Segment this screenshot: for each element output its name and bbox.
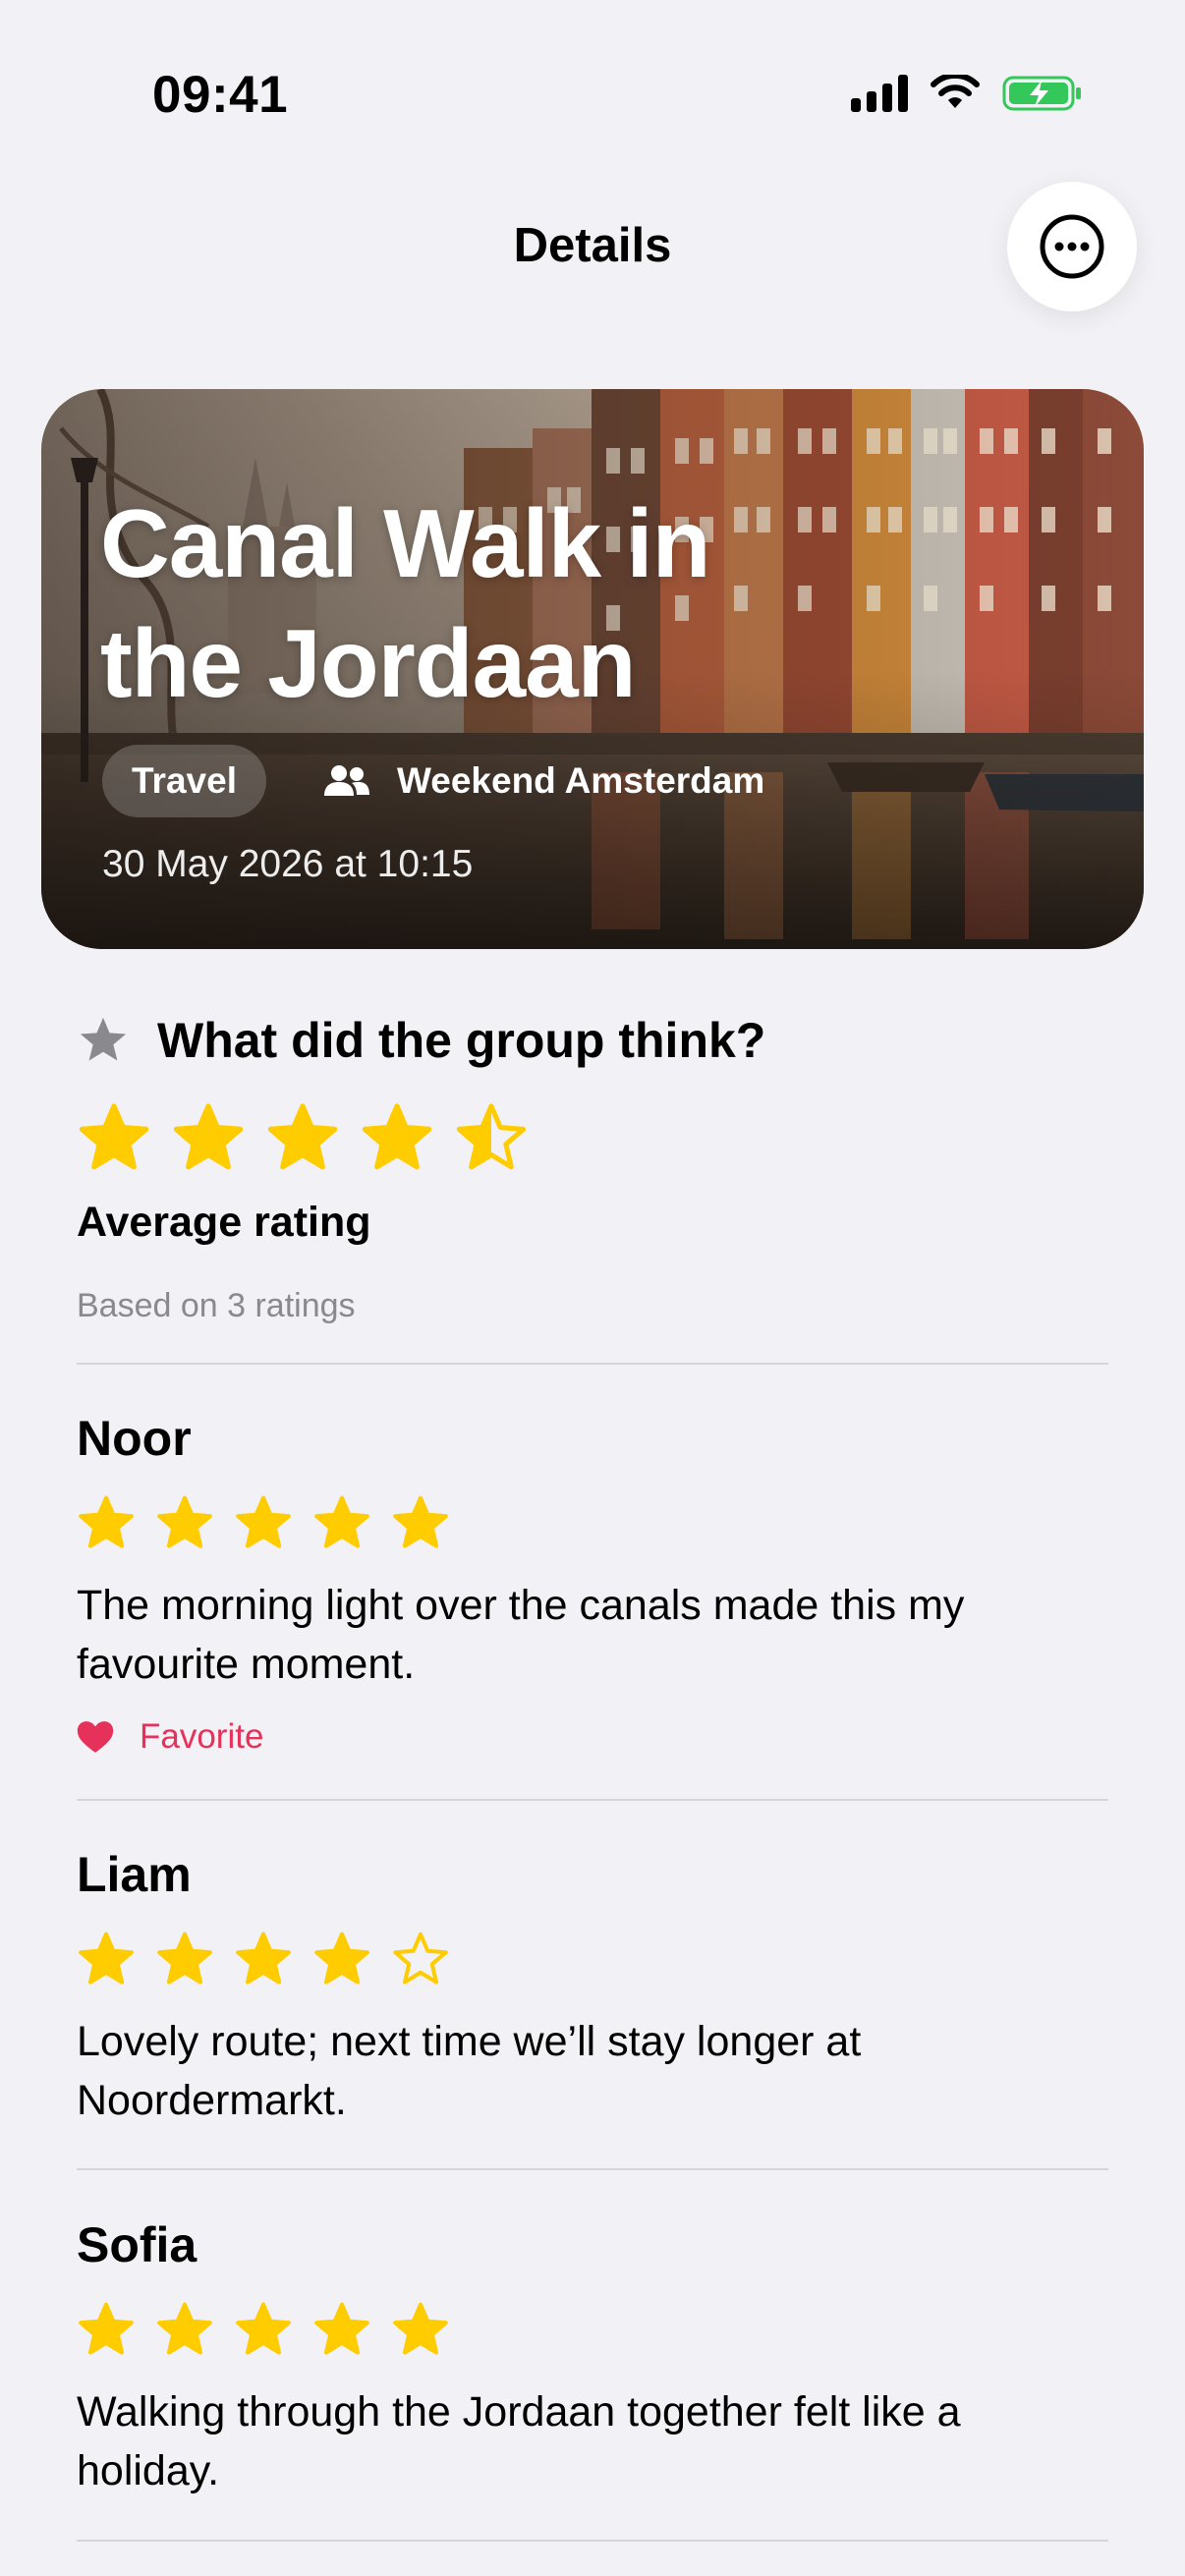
status-icons	[851, 75, 1083, 112]
favorite-label: Favorite	[140, 1717, 264, 1756]
divider	[77, 1363, 1108, 1365]
average-rating-stars	[77, 1100, 529, 1175]
star-filled-icon	[157, 1932, 212, 1985]
more-button[interactable]	[1007, 182, 1137, 311]
star-filled-icon	[236, 1495, 291, 1548]
star-filled-icon	[236, 2302, 291, 2355]
hero-card[interactable]: Canal Walk in the Jordaan Travel Weekend…	[41, 389, 1144, 949]
review-card-sofia: Sofia Walking through the Jordaan togeth…	[77, 2215, 1108, 2500]
star-filled-icon	[314, 1932, 369, 1985]
hero-datetime: 30 May 2026 at 10:15	[102, 843, 474, 885]
group-name: Weekend Amsterdam	[397, 760, 765, 801]
status-time: 09:41	[152, 66, 289, 124]
review-stars	[77, 1493, 1108, 1552]
ratings-section-title: What did the group think?	[157, 1013, 766, 1068]
star-filled-icon	[314, 2302, 369, 2355]
star-filled-icon	[236, 1932, 291, 1985]
reviewer-name: Noor	[77, 1411, 192, 1466]
star-filled-icon	[79, 2302, 134, 2355]
hero-title-line-2: the Jordaan	[100, 609, 636, 717]
star-empty-icon	[393, 1932, 448, 1985]
reviewer-name: Sofia	[77, 2217, 198, 2272]
heart-icon	[77, 1721, 114, 1753]
hero-title: Canal Walk in the Jordaan	[100, 483, 985, 723]
star-half-icon	[456, 1103, 527, 1170]
cellular-signal-icon	[851, 75, 908, 112]
star-filled-icon	[267, 1103, 338, 1170]
category-chip[interactable]: Travel	[102, 745, 266, 817]
star-filled-icon	[79, 1103, 149, 1170]
divider	[77, 1799, 1108, 1801]
divider	[77, 2540, 1108, 2542]
star-filled-icon	[79, 1932, 134, 1985]
group-chip[interactable]: Weekend Amsterdam	[322, 745, 764, 817]
review-text: The morning light over the canals made t…	[77, 1582, 965, 1688]
hero-title-line-1: Canal Walk in	[100, 489, 711, 597]
star-filled-icon	[157, 2302, 212, 2355]
review-card-noor: Noor The morning light over the canals m…	[77, 1409, 1108, 1757]
review-stars	[77, 2300, 1108, 2359]
battery-charging-icon	[1002, 76, 1081, 111]
people-icon	[324, 765, 369, 796]
ellipsis-circle-icon	[1040, 214, 1104, 279]
divider	[77, 2168, 1108, 2170]
star-filled-icon	[173, 1103, 244, 1170]
star-filled-icon	[79, 1495, 134, 1548]
screen: 09:41 Details Canal Walk in the Jordaan …	[0, 0, 1185, 2576]
star-icon	[80, 1017, 127, 1061]
star-filled-icon	[157, 1495, 212, 1548]
review-text: Walking through the Jordaan together fel…	[77, 2388, 961, 2494]
reviewer-name: Liam	[77, 1847, 192, 1902]
star-filled-icon	[314, 1495, 369, 1548]
ratings-section-header: What did the group think?	[77, 1012, 765, 1069]
review-card-liam: Liam Lovely route; next time we’ll stay …	[77, 1845, 1108, 2130]
review-text: Lovely route; next time we’ll stay longe…	[77, 2018, 862, 2124]
ratings-count: Based on 3 ratings	[77, 1287, 356, 1324]
review-stars	[77, 1930, 1108, 1988]
star-filled-icon	[393, 1495, 448, 1548]
star-filled-icon	[393, 2302, 448, 2355]
star-filled-icon	[362, 1103, 432, 1170]
average-rating-label: Average rating	[77, 1199, 371, 1246]
wifi-icon	[931, 75, 980, 108]
favorite-badge: Favorite	[77, 1717, 1108, 1757]
